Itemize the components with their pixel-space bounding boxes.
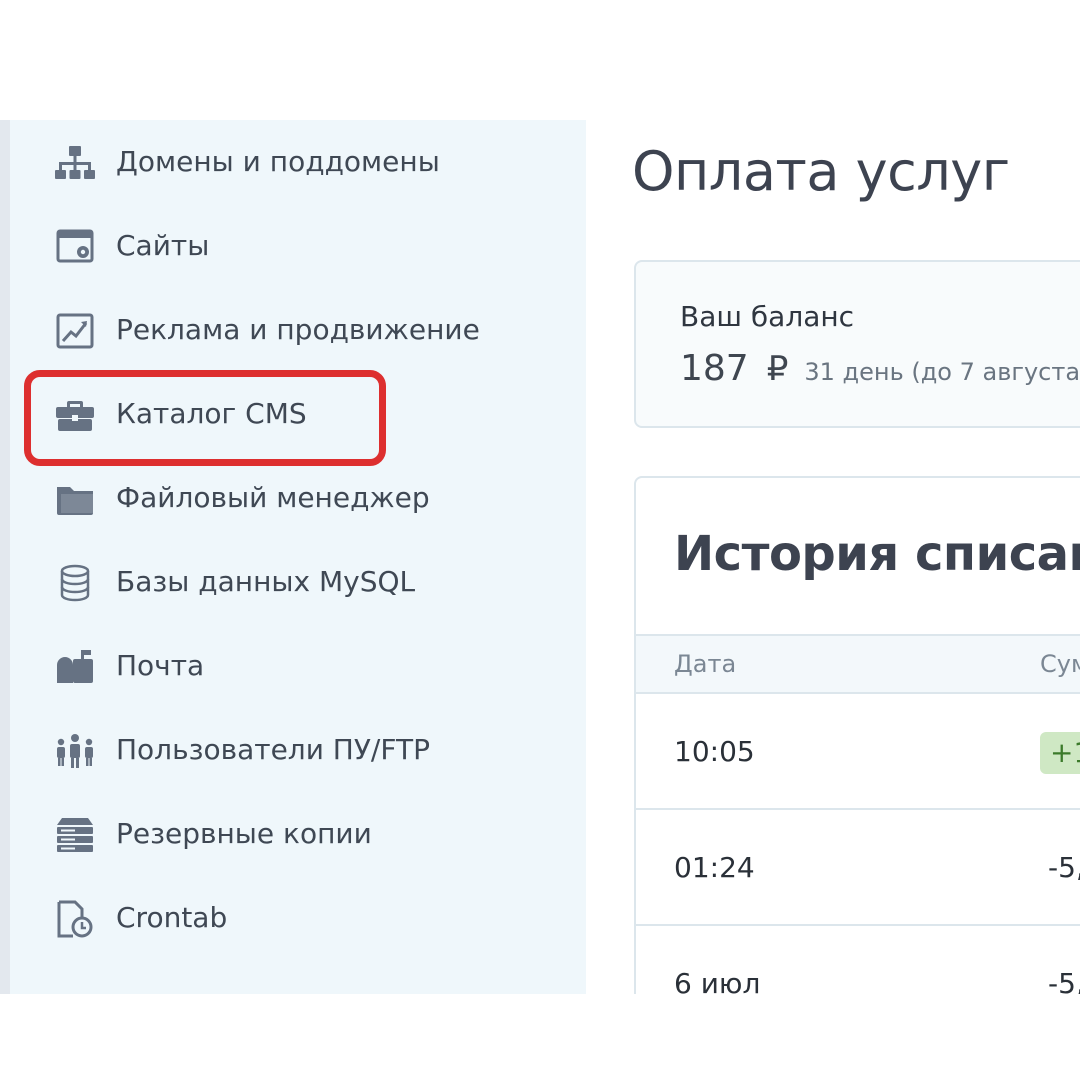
row-date: 01:24 — [674, 851, 755, 884]
table-row: 6 июл -5, — [636, 926, 1080, 994]
sitemap-icon — [54, 143, 96, 183]
briefcase-icon — [54, 395, 96, 435]
sidebar-item-label: Базы данных MySQL — [116, 565, 416, 598]
sidebar-item-sites[interactable]: Сайты — [10, 216, 586, 276]
partial-icon — [54, 983, 96, 994]
balance-days-left: 31 день (до 7 августа 2 — [804, 358, 1080, 386]
row-sum: -5, — [1048, 851, 1080, 884]
sidebar-item-file-manager[interactable]: Файловый менеджер — [10, 468, 586, 528]
table-row: 01:24 -5, — [636, 810, 1080, 926]
sidebar-item-label: Пользователи ПУ/FTP — [116, 733, 430, 766]
sidebar-item-mysql[interactable]: Базы данных MySQL — [10, 552, 586, 612]
mailbox-icon — [54, 647, 96, 687]
balance-row: 187 ₽ 31 день (до 7 августа 2 — [680, 348, 1080, 389]
sidebar-item-label: Резервные копии — [116, 817, 372, 850]
column-header-date[interactable]: Дата — [674, 636, 736, 692]
sidebar-item-label: Сайты — [116, 229, 210, 262]
history-title: История списаний — [674, 526, 1080, 582]
folder-icon — [54, 479, 96, 519]
sidebar-item-label: Каталог CMS — [116, 397, 307, 430]
users-icon — [54, 731, 96, 771]
column-header-sum[interactable]: Сум — [1040, 636, 1080, 692]
row-date: 10:05 — [674, 735, 755, 768]
credit-badge: +1 — [1040, 732, 1080, 774]
sidebar-item-next-partial[interactable] — [10, 972, 586, 994]
sidebar-item-backups[interactable]: Резервные копии — [10, 804, 586, 864]
row-sum: -5, — [1048, 967, 1080, 994]
document-clock-icon — [54, 899, 96, 939]
sidebar: Домены и поддомены Сайты Реклама и продв… — [10, 120, 586, 994]
server-backup-icon — [54, 815, 96, 855]
history-card: История списаний Дата Сум 10:05 +1 01:24… — [634, 476, 1080, 994]
sidebar-item-crontab[interactable]: Crontab — [10, 888, 586, 948]
sidebar-item-label: Файловый менеджер — [116, 481, 430, 514]
table-header: Дата Сум — [636, 634, 1080, 694]
balance-amount: 187 — [680, 348, 749, 389]
table-row: 10:05 +1 — [636, 694, 1080, 810]
balance-card: Ваш баланс 187 ₽ 31 день (до 7 августа 2 — [634, 260, 1080, 428]
sidebar-item-mail[interactable]: Почта — [10, 636, 586, 696]
sidebar-item-label: Crontab — [116, 901, 228, 934]
page-title: Оплата услуг — [632, 140, 1010, 203]
ruble-sign: ₽ — [766, 349, 789, 389]
chart-icon — [54, 311, 96, 351]
row-date: 6 июл — [674, 967, 761, 994]
database-icon — [54, 563, 96, 603]
sidebar-item-label: Почта — [116, 649, 205, 682]
sidebar-item-cms-catalog[interactable]: Каталог CMS — [10, 384, 586, 444]
left-edge-strip — [0, 120, 10, 994]
sidebar-item-domains[interactable]: Домены и поддомены — [10, 132, 586, 192]
sidebar-item-label: Домены и поддомены — [116, 145, 440, 178]
main-content: Оплата услуг Ваш баланс 187 ₽ 31 день (д… — [586, 120, 1080, 994]
sidebar-item-users-ftp[interactable]: Пользователи ПУ/FTP — [10, 720, 586, 780]
balance-label: Ваш баланс — [680, 300, 855, 333]
website-settings-icon — [54, 227, 96, 267]
sidebar-item-label: Реклама и продвижение — [116, 313, 480, 346]
sidebar-item-ads[interactable]: Реклама и продвижение — [10, 300, 586, 360]
app-frame: Домены и поддомены Сайты Реклама и продв… — [0, 120, 1080, 994]
